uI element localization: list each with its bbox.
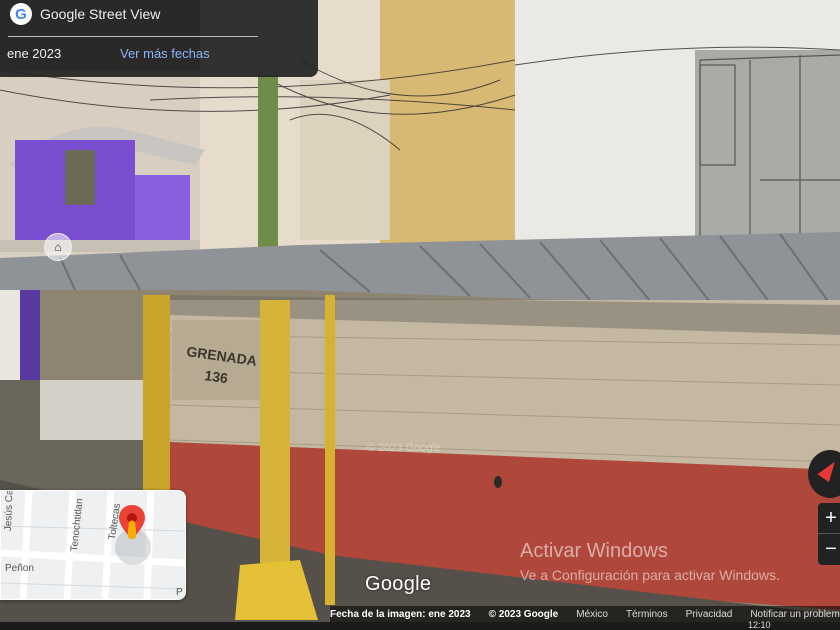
google-wordmark: Google [365, 573, 432, 595]
panel-divider [8, 36, 258, 37]
zoom-controls: + − [818, 503, 840, 565]
more-dates-link[interactable]: Ver más fechas [120, 46, 210, 61]
terms-link[interactable]: Términos [626, 609, 668, 620]
windows-activation-title: Activar Windows [520, 540, 668, 562]
street-label-5: P [176, 587, 183, 598]
country-link[interactable]: México [576, 609, 608, 620]
zoom-out-button[interactable]: − [818, 534, 840, 564]
home-marker-icon[interactable]: ⌂ [44, 233, 72, 261]
zoom-in-button[interactable]: + [818, 503, 840, 533]
street-label-4: Peñon [5, 563, 34, 574]
google-watermark: © 2023 Google [367, 442, 442, 454]
capture-date: ene 2023 [7, 46, 62, 61]
windows-taskbar: 12:10 [0, 620, 840, 630]
report-problem-link[interactable]: Notificar un problema [750, 609, 840, 620]
privacy-link[interactable]: Privacidad [686, 609, 733, 620]
compass-needle-icon [817, 457, 840, 483]
minimap[interactable]: Jesús Carranza Tenochtitlan Toltecas Peñ… [0, 490, 186, 600]
google-logo-icon: G [10, 3, 32, 25]
taskbar-clock: 12:10 [748, 620, 771, 630]
image-date: Fecha de la imagen: ene 2023 [330, 608, 471, 620]
windows-activation-subtitle: Ve a Configuración para activar Windows. [520, 567, 780, 583]
location-pin-icon [119, 505, 145, 539]
street-view-info-panel: G Google Street View ene 2023 Ver más fe… [0, 0, 318, 77]
panel-title: Google Street View [40, 6, 161, 22]
copyright: © 2023 Google [488, 608, 559, 620]
wall-painted-text-2: 136 [204, 367, 230, 386]
